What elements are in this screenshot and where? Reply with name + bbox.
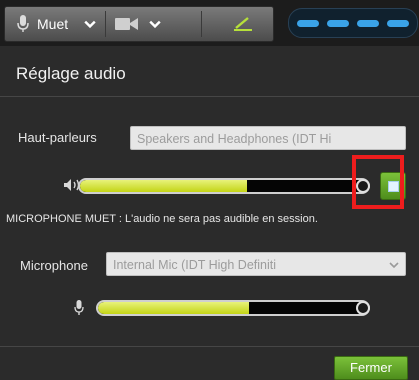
- media-controls: Muet: [4, 6, 274, 42]
- divider: [0, 96, 419, 97]
- status-segment: [387, 19, 409, 27]
- microphone-icon: [17, 15, 29, 32]
- microphone-level-bar: [96, 300, 370, 316]
- close-button[interactable]: Fermer: [334, 356, 408, 380]
- chevron-down-icon[interactable]: [84, 18, 96, 30]
- microphone-level-fill: [98, 302, 250, 314]
- pencil-icon: [234, 17, 252, 31]
- status-segment: [327, 19, 349, 27]
- speaker-level-fill: [80, 180, 248, 192]
- microphone-level-knob[interactable]: [356, 301, 370, 315]
- speaker-level-bar: [78, 178, 370, 194]
- camera-icon: [115, 18, 138, 30]
- connection-status-bar: [288, 8, 418, 38]
- mute-label: Muet: [37, 16, 69, 32]
- panel-title: Réglage audio: [16, 64, 126, 83]
- highlight-box: [352, 155, 404, 209]
- annotate-button[interactable]: [215, 7, 271, 41]
- status-segment: [357, 19, 379, 27]
- microphone-label: Microphone: [20, 258, 88, 273]
- microphone-select-value: Internal Mic (IDT High Definiti: [113, 258, 277, 272]
- top-toolbar: Muet: [0, 0, 419, 46]
- microphone-icon: [72, 298, 86, 318]
- status-segment: [297, 19, 319, 27]
- mute-notice: MICROPHONE MUET : L'audio ne sera pas au…: [6, 213, 318, 225]
- speakers-label: Haut-parleurs: [18, 130, 97, 145]
- microphone-select[interactable]: Internal Mic (IDT High Definiti: [106, 252, 406, 276]
- divider: [0, 346, 419, 347]
- speakers-select-value: Speakers and Headphones (IDT Hi: [137, 132, 332, 146]
- chevron-down-icon[interactable]: [387, 253, 401, 275]
- speakers-select[interactable]: Speakers and Headphones (IDT Hi: [130, 126, 406, 150]
- toolbar-divider: [105, 11, 106, 37]
- chevron-down-icon[interactable]: [149, 18, 161, 30]
- mute-button[interactable]: Muet: [11, 7, 97, 41]
- camera-button[interactable]: [115, 7, 189, 41]
- toolbar-divider: [201, 11, 202, 37]
